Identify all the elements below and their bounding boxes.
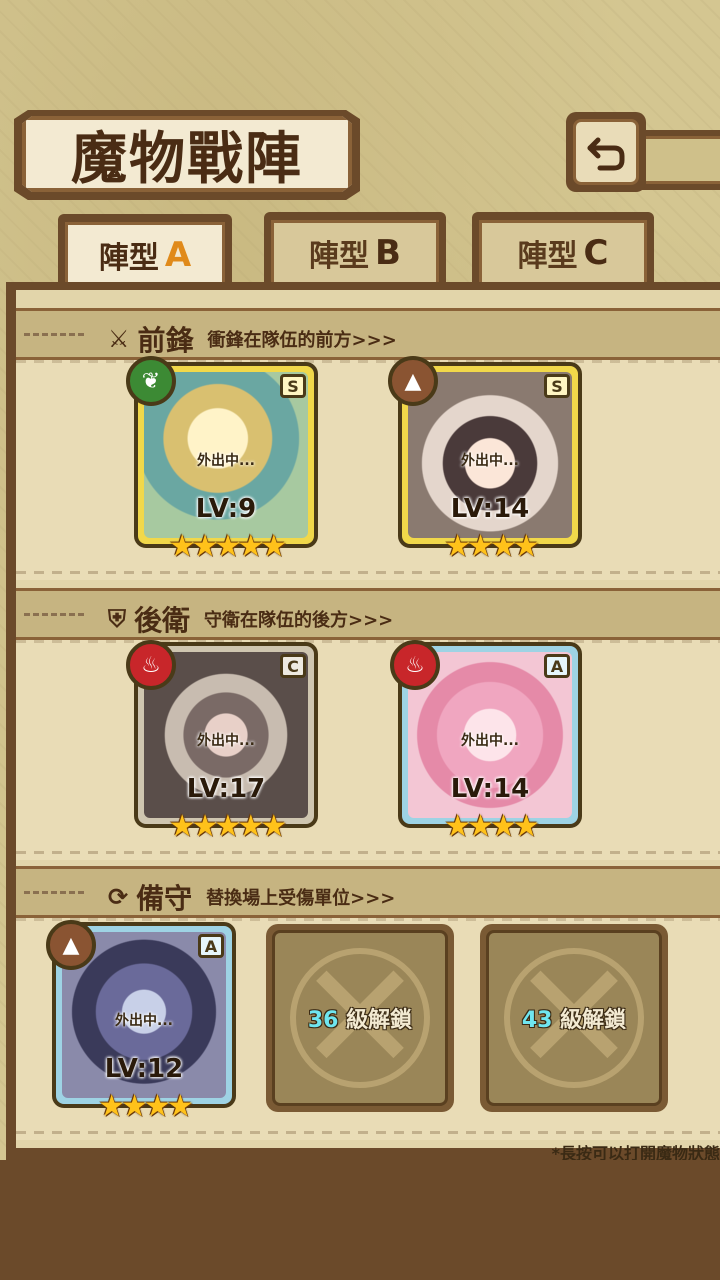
leaf-element-icon: ❦ [126,356,176,406]
back-row [16,640,720,860]
rank-badge: S [544,374,570,398]
tab-label: 陣型 [309,238,370,274]
section-front-title: 前鋒 [137,324,194,357]
star-rating: ★★★★★ [168,809,287,844]
title-banner: 魔物戰陣 [22,116,352,192]
status-text: 外出中... [115,1013,173,1029]
bottom-border [0,1156,720,1280]
tab-formation-c[interactable]: 陣型 C [472,212,654,284]
page-title: 魔物戰陣 [71,125,303,192]
level-text: LV:17 [186,774,266,804]
rank-badge: C [280,654,306,678]
tab-label: 陣型 [98,240,159,276]
section-reserve-desc: 替換場上受傷單位>>> [206,888,396,909]
front-row [16,360,720,580]
sword-icon: ⚔ [108,325,130,353]
earth-element-icon: ▲ [388,356,438,406]
tab-letter: C [583,232,609,273]
panel-bottom-bar [0,1160,720,1176]
status-text: 外出中... [197,453,255,469]
status-text: 外出中... [461,453,519,469]
tab-formation-b[interactable]: 陣型 B [264,212,446,284]
status-text: 外出中... [461,733,519,749]
rank-badge: A [198,934,224,958]
back-arrow-icon [573,119,639,185]
locked-slot-1[interactable]: ✕ 36 級解鎖 [266,924,454,1112]
tab-letter: A [164,234,192,275]
star-rating: ★★★★ [444,529,540,564]
shield-icon: ⛨ [108,605,126,633]
section-front-header: ⚔ 前鋒 衝鋒在隊伍的前方>>> [16,308,720,360]
status-text: 外出中... [197,733,255,749]
fire-element-icon: ♨ [126,640,176,690]
back-button[interactable] [566,112,646,192]
star-rating: ★★★★ [444,809,540,844]
section-front-desc: 衝鋒在隊伍的前方>>> [207,330,397,351]
section-back-header: ⛨ 後衛 守衛在隊伍的後方>>> [16,588,720,640]
unlock-label: 36 級解鎖 [307,1008,413,1033]
star-rating: ★★★★★ [168,529,287,564]
level-text: LV:14 [450,494,530,524]
star-rating: ★★★★ [98,1089,194,1124]
locked-slot-2[interactable]: ✕ 43 級解鎖 [480,924,668,1112]
level-text: LV:14 [450,774,530,804]
tab-letter: B [375,232,401,273]
rank-badge: S [280,374,306,398]
level-text: LV:12 [104,1054,184,1084]
fire-element-icon: ♨ [390,640,440,690]
tab-formation-a[interactable]: 陣型 A [58,214,232,286]
section-reserve-title: 備守 [136,882,193,915]
back-bar-inner [646,136,720,184]
section-reserve-header: ⟳ 備守 替換場上受傷單位>>> [16,866,720,918]
swap-icon: ⟳ [108,883,129,911]
tab-label: 陣型 [517,238,578,274]
section-back-title: 後衛 [134,604,191,637]
earth-element-icon: ▲ [46,920,96,970]
level-text: LV:9 [195,494,257,524]
rank-badge: A [544,654,570,678]
section-back-desc: 守衛在隊伍的後方>>> [204,610,394,631]
unlock-label: 43 級解鎖 [521,1008,627,1033]
